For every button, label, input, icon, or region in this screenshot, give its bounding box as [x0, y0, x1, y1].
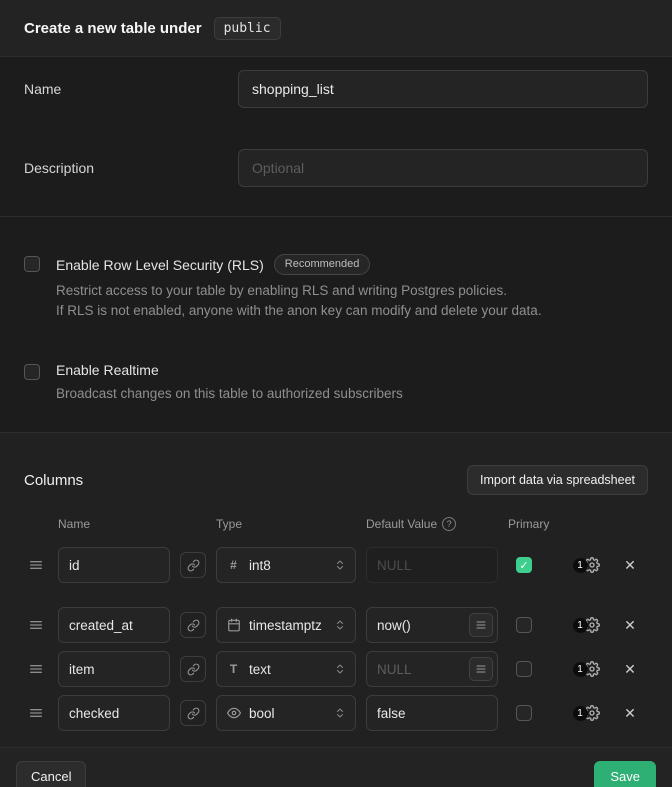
header-type: Type [216, 517, 356, 531]
recommended-badge: Recommended [274, 254, 371, 275]
realtime-toggle-row: Enable Realtime Broadcast changes on thi… [24, 362, 648, 404]
drag-handle-icon[interactable] [24, 617, 48, 633]
remove-column-button[interactable]: ✕ [620, 705, 640, 722]
column-row: # int8 1 ✕ [24, 547, 648, 583]
settings-count-badge: 1 [573, 706, 588, 721]
foreign-key-link-icon[interactable] [180, 552, 206, 578]
column-type-value: bool [249, 706, 275, 721]
rls-label: Enable Row Level Security (RLS) [56, 257, 264, 273]
settings-count-badge: 1 [573, 618, 588, 633]
columns-section: Columns Import data via spreadsheet Name… [0, 433, 672, 748]
realtime-label: Enable Realtime [56, 362, 159, 378]
column-settings-button[interactable]: 1 [562, 705, 610, 721]
panel-header: Create a new table under public [0, 0, 672, 57]
chevrons-up-down-icon [334, 707, 346, 719]
rls-toggle-row: Enable Row Level Security (RLS) Recommen… [24, 254, 648, 320]
foreign-key-link-icon[interactable] [180, 700, 206, 726]
column-name-input[interactable] [58, 695, 170, 731]
columns-header-row: Name Type Default Value ? Primary [24, 517, 648, 531]
primary-checkbox[interactable] [516, 557, 532, 573]
primary-checkbox[interactable] [516, 705, 532, 721]
default-value-cell [366, 607, 498, 643]
hash-icon: # [226, 558, 241, 572]
column-type-value: timestamptz [249, 618, 322, 633]
header-default-value: Default Value [366, 517, 437, 531]
header-name: Name [58, 517, 170, 531]
default-value-cell [366, 547, 498, 583]
eye-icon [226, 706, 241, 720]
settings-count-badge: 1 [573, 662, 588, 677]
chevrons-up-down-icon [334, 619, 346, 631]
chevrons-up-down-icon [334, 663, 346, 675]
column-type-select[interactable]: T text [216, 651, 356, 687]
column-settings-button[interactable]: 1 [562, 661, 610, 677]
column-row: timestamptz 1 ✕ [24, 607, 648, 643]
default-value-cell [366, 695, 498, 731]
primary-checkbox[interactable] [516, 617, 532, 633]
schema-badge: public [214, 17, 281, 40]
calendar-icon [226, 618, 241, 632]
rls-description-line1: Restrict access to your table by enablin… [56, 281, 542, 301]
rls-checkbox[interactable] [24, 256, 40, 272]
table-description-input[interactable] [238, 149, 648, 187]
default-value-input[interactable] [366, 695, 498, 731]
column-type-select[interactable]: # int8 [216, 547, 356, 583]
header-primary: Primary [508, 517, 552, 531]
default-value-input[interactable] [366, 547, 498, 583]
primary-checkbox[interactable] [516, 661, 532, 677]
columns-rows: # int8 1 ✕ timestamptz [24, 547, 648, 731]
column-row: bool 1 ✕ [24, 695, 648, 731]
rls-body: Enable Row Level Security (RLS) Recommen… [56, 254, 542, 320]
default-suggestions-icon[interactable] [469, 613, 493, 637]
column-type-select[interactable]: bool [216, 695, 356, 731]
chevrons-up-down-icon [334, 559, 346, 571]
column-settings-button[interactable]: 1 [562, 617, 610, 633]
panel-title: Create a new table under [24, 20, 202, 37]
table-info-section: Name Description [0, 57, 672, 217]
column-row: T text 1 ✕ [24, 651, 648, 687]
columns-title: Columns [24, 472, 83, 489]
cancel-button[interactable]: Cancel [16, 761, 86, 787]
default-suggestions-icon[interactable] [469, 657, 493, 681]
foreign-key-link-icon[interactable] [180, 656, 206, 682]
panel-footer: Cancel Save [0, 747, 672, 787]
create-table-panel: Create a new table under public Name Des… [0, 0, 672, 787]
table-options-section: Enable Row Level Security (RLS) Recommen… [0, 217, 672, 433]
drag-handle-icon[interactable] [24, 705, 48, 721]
column-type-value: int8 [249, 558, 271, 573]
save-button[interactable]: Save [594, 761, 656, 787]
realtime-checkbox[interactable] [24, 364, 40, 380]
settings-count-badge: 1 [573, 558, 588, 573]
foreign-key-link-icon[interactable] [180, 612, 206, 638]
help-icon[interactable]: ? [442, 517, 456, 531]
column-name-input[interactable] [58, 607, 170, 643]
remove-column-button[interactable]: ✕ [620, 661, 640, 678]
text-icon: T [226, 662, 241, 676]
column-name-input[interactable] [58, 547, 170, 583]
description-field-row: Description [24, 149, 648, 187]
column-settings-button[interactable]: 1 [562, 557, 610, 573]
drag-handle-icon[interactable] [24, 661, 48, 677]
remove-column-button[interactable]: ✕ [620, 557, 640, 574]
column-name-input[interactable] [58, 651, 170, 687]
column-type-select[interactable]: timestamptz [216, 607, 356, 643]
realtime-description: Broadcast changes on this table to autho… [56, 384, 403, 404]
name-label: Name [24, 81, 238, 97]
remove-column-button[interactable]: ✕ [620, 617, 640, 634]
table-name-input[interactable] [238, 70, 648, 108]
column-type-value: text [249, 662, 271, 677]
name-field-row: Name [24, 70, 648, 108]
realtime-body: Enable Realtime Broadcast changes on thi… [56, 362, 403, 404]
drag-handle-icon[interactable] [24, 557, 48, 573]
description-label: Description [24, 160, 238, 176]
rls-description-line2: If RLS is not enabled, anyone with the a… [56, 301, 542, 321]
default-value-cell [366, 651, 498, 687]
import-spreadsheet-button[interactable]: Import data via spreadsheet [467, 465, 648, 496]
